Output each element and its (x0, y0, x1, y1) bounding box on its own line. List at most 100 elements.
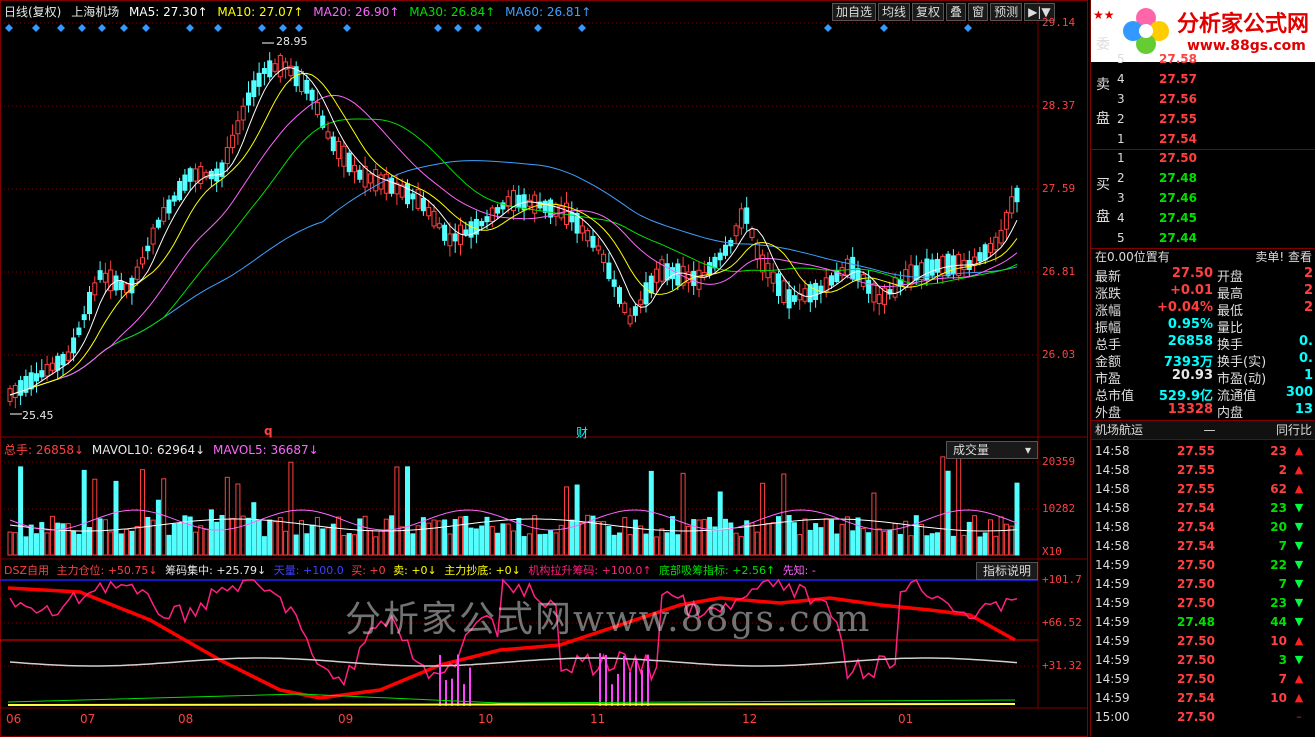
bid-row[interactable]: 4 27.45 (1117, 211, 1313, 231)
tick-price: 27.54 (1177, 690, 1215, 705)
tick-row[interactable]: 14:59 27.50 7 ▼ (1095, 574, 1315, 593)
order-alert-link[interactable]: 卖单! 查看 (1255, 248, 1312, 266)
tick-row[interactable]: 14:58 27.54 7 ▼ (1095, 536, 1315, 555)
volume-bar (378, 530, 384, 556)
finance-marker[interactable]: 财 (576, 424, 588, 441)
event-marker-q[interactable]: q (264, 424, 273, 438)
tick-time: 14:58 (1095, 443, 1130, 458)
candle-body (860, 274, 866, 287)
candle-body (760, 254, 766, 273)
tick-row[interactable]: 14:59 27.50 7 ▲ (1095, 669, 1315, 688)
volume-bar (155, 499, 161, 556)
tick-price: 27.54 (1177, 538, 1215, 553)
window-button[interactable]: 窗 (968, 3, 989, 21)
ask-row[interactable]: 3 27.56 (1117, 92, 1313, 112)
volume-bar (442, 519, 448, 556)
volume-bar (712, 526, 718, 556)
add-watchlist-button[interactable]: 加自选 (832, 3, 877, 21)
indicator-name: DSZ自用 (4, 564, 49, 577)
sell-signal-value: 卖: +0↓ (393, 564, 437, 577)
tick-row[interactable]: 14:58 27.54 20 ▼ (1095, 517, 1315, 536)
candle-body (352, 164, 357, 173)
candle-body (723, 244, 728, 256)
x-axis-month: 07 (80, 712, 96, 726)
tick-row[interactable]: 14:59 27.54 10 ▲ (1095, 688, 1315, 707)
arrow-up-icon: ▲ (1294, 672, 1304, 685)
tick-row[interactable]: 14:59 27.50 3 ▼ (1095, 650, 1315, 669)
bid-row[interactable]: 3 27.46 (1117, 191, 1313, 211)
volume-bar (611, 534, 617, 556)
bid-row[interactable]: 2 27.48 (1117, 171, 1313, 191)
candle-body (601, 253, 607, 264)
quote-key: 振幅 (1095, 321, 1122, 336)
volume-bar (479, 525, 485, 556)
tick-row[interactable]: 14:59 27.50 10 ▲ (1095, 631, 1315, 650)
candle-body (325, 131, 331, 139)
tick-row[interactable]: 14:58 27.55 62 ▲ (1095, 479, 1315, 498)
peer-compare-tab[interactable]: 同行比 (1276, 421, 1312, 439)
ask-row[interactable]: 2 27.55 (1117, 112, 1313, 132)
ask-level: 5 (1117, 52, 1125, 66)
quote-value: 0.95% (1167, 317, 1213, 332)
tick-row[interactable]: 15:00 27.50 – (1095, 707, 1315, 726)
candle-body (410, 193, 416, 200)
candle-body (389, 177, 395, 194)
x-axis-month: 01 (898, 712, 914, 726)
candle-body (611, 279, 617, 287)
tick-row[interactable]: 14:58 27.55 2 ▲ (1095, 460, 1315, 479)
ma-lines-button[interactable]: 均线 (878, 3, 911, 21)
volume-bar (18, 466, 24, 556)
quote-key: 最低 (1217, 304, 1244, 319)
quote-value: +0.01 (1170, 283, 1213, 298)
tick-price: 27.55 (1177, 443, 1215, 458)
industry-name[interactable]: 机场航运 (1095, 421, 1143, 439)
volume-bar (935, 532, 940, 556)
tick-row[interactable]: 14:59 27.50 23 ▼ (1095, 593, 1315, 612)
volume-bar (908, 535, 914, 556)
candle-body (405, 183, 410, 205)
volume-bar (405, 466, 410, 556)
event-diamond-icon (32, 24, 40, 32)
adjust-button[interactable]: 复权 (912, 3, 945, 21)
quote-key: 市盈(动) (1217, 372, 1267, 387)
volume-bar (214, 521, 220, 556)
chevron-down-icon: ▾ (1024, 443, 1031, 457)
candle-body (230, 134, 236, 149)
tick-row[interactable]: 14:59 27.50 22 ▼ (1095, 555, 1315, 574)
candle-body (744, 207, 750, 224)
volume-indicator-button[interactable]: 成交量 ▾ (946, 441, 1038, 459)
kline-chart-area[interactable]: 日线(复权) 上海机场 MA5: 27.30↑ MA10: 27.07↑ MA2… (0, 0, 1088, 737)
event-diamond-icon (578, 24, 586, 32)
divider (1091, 149, 1315, 150)
candle-body (155, 219, 161, 228)
volume-bar (966, 521, 972, 556)
volume-bar (495, 532, 501, 556)
indicator-help-button[interactable]: 指标说明 (976, 562, 1038, 580)
ask-row[interactable]: 4 27.57 (1117, 72, 1313, 92)
tick-row[interactable]: 14:58 27.55 23 ▲ (1095, 441, 1315, 460)
star-icon: ★★ (1093, 8, 1115, 22)
ask-price: 27.56 (1159, 92, 1197, 106)
volume-bar (802, 518, 808, 556)
forecast-button[interactable]: 预测 (990, 3, 1023, 21)
bid-row[interactable]: 1 27.50 (1117, 151, 1313, 171)
tick-row[interactable]: 14:59 27.48 44 ▼ (1095, 612, 1315, 631)
overlay-button[interactable]: 叠 (946, 3, 967, 21)
order-alert-bar[interactable]: 在0.00位置有 卖单! 查看 (1091, 248, 1315, 266)
volume-bar (526, 533, 532, 556)
buy-signal-value: 买: +0 (351, 564, 386, 577)
volume-bar (717, 491, 723, 556)
order-alert-text: 在0.00位置有 (1095, 250, 1170, 264)
candle-body (977, 252, 983, 262)
candle-body (664, 263, 670, 281)
industry-bar[interactable]: 机场航运 — 同行比 (1091, 421, 1315, 439)
ask-row[interactable]: 5 27.58 (1117, 52, 1313, 72)
tick-price: 27.54 (1177, 500, 1215, 515)
bid-price: 27.48 (1159, 171, 1197, 185)
tick-volume: 23 (1270, 500, 1287, 515)
tick-row[interactable]: 14:58 27.54 23 ▼ (1095, 498, 1315, 517)
huge-volume-value: 天量: +100.0 (273, 564, 344, 577)
candle-body (659, 259, 665, 282)
volume-bar (797, 534, 803, 556)
volume-bar (357, 518, 363, 556)
